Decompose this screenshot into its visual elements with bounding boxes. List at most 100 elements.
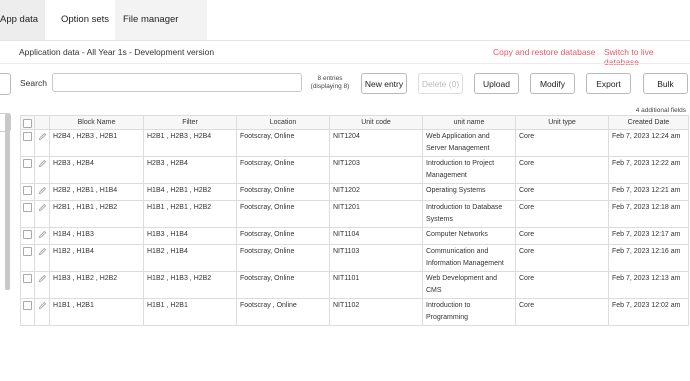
column-header-block-name[interactable]: Block Name (49, 115, 144, 130)
cell-unit-name: Web Development and CMS (422, 271, 516, 299)
export-button[interactable]: Export (586, 73, 631, 94)
row-checkbox[interactable] (23, 274, 32, 283)
row-edit-cell[interactable] (34, 183, 50, 201)
tab-app-data[interactable]: App data (0, 0, 45, 40)
entries-count-line1: 8 entries (317, 75, 343, 82)
table-scrollbar[interactable] (5, 113, 10, 290)
cell-created-date: Feb 7, 2023 12:22 am (608, 156, 689, 184)
table-row[interactable]: H2B4 , H2B3 , H2B1 H2B1 , H2B3 , H2B4 Fo… (20, 129, 689, 157)
table-row[interactable]: H1B1 , H2B1 H1B1 , H2B1 Footscray , Onli… (20, 298, 689, 326)
table-row[interactable]: H1B3 , H1B2 , H2B2 H1B2 , H1B3 , H2B2 Fo… (20, 271, 689, 299)
pencil-icon[interactable] (38, 203, 47, 212)
pencil-icon[interactable] (38, 274, 47, 283)
cell-unit-type: Core (515, 227, 609, 245)
row-edit-cell[interactable] (34, 271, 50, 299)
row-edit-cell[interactable] (34, 227, 50, 245)
cell-block-name: H1B3 , H1B2 , H2B2 (49, 271, 144, 299)
column-header-unit-name[interactable]: unit name (422, 115, 516, 130)
select-all-cell[interactable] (20, 115, 35, 130)
tab-file-manager[interactable]: File manager (123, 0, 178, 40)
cell-unit-name: Web Application and Server Management (422, 129, 516, 157)
cell-filter: H1B1 , H2B1 (143, 298, 237, 326)
row-select-cell[interactable] (20, 129, 35, 157)
cell-created-date: Feb 7, 2023 12:18 am (608, 200, 689, 228)
row-select-cell[interactable] (20, 200, 35, 228)
cell-unit-type: Core (515, 183, 609, 201)
table-row[interactable]: H2B3 , H2B4 H2B3 , H2B4 Footscray, Onlin… (20, 156, 689, 184)
row-checkbox[interactable] (23, 186, 32, 195)
cell-unit-code: NIT1101 (329, 271, 423, 299)
row-edit-cell[interactable] (34, 156, 50, 184)
new-entry-button[interactable]: New entry (361, 73, 407, 94)
column-header-filter[interactable]: Filter (143, 115, 237, 130)
bulk-button[interactable]: Bulk (643, 73, 688, 94)
table-row[interactable]: H2B1 , H1B1 , H2B2 H1B1 , H2B1 , H2B2 Fo… (20, 200, 689, 228)
cell-unit-type: Core (515, 271, 609, 299)
cell-filter: H2B1 , H2B3 , H2B4 (143, 129, 237, 157)
pencil-icon[interactable] (38, 159, 47, 168)
pencil-icon[interactable] (38, 186, 47, 195)
table-row[interactable]: H2B2 , H2B1 , H1B4 H1B4 , H2B1 , H2B2 Fo… (20, 183, 689, 201)
row-checkbox[interactable] (23, 132, 32, 141)
cell-created-date: Feb 7, 2023 12:02 am (608, 298, 689, 326)
sidebar-toggle-button[interactable] (0, 73, 11, 95)
row-edit-cell[interactable] (34, 129, 50, 157)
row-select-cell[interactable] (20, 156, 35, 184)
additional-fields-note[interactable]: 4 additional fields (636, 107, 686, 114)
table-row[interactable]: H1B2 , H1B4 H1B2 , H1B4 Footscray, Onlin… (20, 244, 689, 272)
row-edit-cell[interactable] (34, 200, 50, 228)
cell-created-date: Feb 7, 2023 12:17 am (608, 227, 689, 245)
table-row[interactable]: H1B4 , H1B3 H1B3 , H1B4 Footscray, Onlin… (20, 227, 689, 245)
cell-block-name: H2B2 , H2B1 , H1B4 (49, 183, 144, 201)
cell-filter: H1B2 , H1B4 (143, 244, 237, 272)
row-checkbox[interactable] (23, 203, 32, 212)
cell-unit-type: Core (515, 298, 609, 326)
cell-unit-name: Introduction to Database Systems (422, 200, 516, 228)
row-checkbox[interactable] (23, 230, 32, 239)
table-scrollbar-thumb[interactable] (5, 113, 10, 290)
switch-live-database-link[interactable]: Switch to live database (604, 47, 690, 67)
column-header-unit-type[interactable]: Unit type (515, 115, 609, 130)
row-edit-cell[interactable] (34, 244, 50, 272)
pencil-icon[interactable] (38, 230, 47, 239)
entries-count: 8 entries (displaying 8) (310, 75, 350, 91)
row-edit-cell[interactable] (34, 298, 50, 326)
cell-block-name: H2B1 , H1B1 , H2B2 (49, 200, 144, 228)
pencil-icon[interactable] (38, 132, 47, 141)
upload-button[interactable]: Upload (474, 73, 519, 94)
cell-filter: H1B2 , H1B3 , H2B2 (143, 271, 237, 299)
row-checkbox[interactable] (23, 247, 32, 256)
pencil-icon[interactable] (38, 301, 47, 310)
modify-button[interactable]: Modify (530, 73, 575, 94)
cell-location: Footscray, Online (236, 227, 330, 245)
row-select-cell[interactable] (20, 271, 35, 299)
row-checkbox[interactable] (23, 159, 32, 168)
row-select-cell[interactable] (20, 183, 35, 201)
select-all-checkbox[interactable] (23, 119, 32, 128)
row-select-cell[interactable] (20, 244, 35, 272)
column-header-created-date[interactable]: Created Date (608, 115, 689, 130)
row-select-cell[interactable] (20, 227, 35, 245)
column-header-unit-code[interactable]: Unit code (329, 115, 423, 130)
cell-unit-code: NIT1103 (329, 244, 423, 272)
search-input[interactable] (52, 73, 302, 92)
copy-restore-database-link[interactable]: Copy and restore database (493, 47, 596, 57)
delete-button[interactable]: Delete (0) (418, 73, 463, 94)
tab-option-sets[interactable]: Option sets (61, 0, 109, 40)
column-header-location[interactable]: Location (236, 115, 330, 130)
pencil-icon[interactable] (38, 247, 47, 256)
cell-block-name: H1B2 , H1B4 (49, 244, 144, 272)
cell-unit-code: NIT1102 (329, 298, 423, 326)
cell-created-date: Feb 7, 2023 12:24 am (608, 129, 689, 157)
row-checkbox[interactable] (23, 301, 32, 310)
cell-unit-name: Introduction to Project Management (422, 156, 516, 184)
cell-location: Footscray, Online (236, 244, 330, 272)
cell-unit-code: NIT1201 (329, 200, 423, 228)
row-select-cell[interactable] (20, 298, 35, 326)
cell-unit-code: NIT1104 (329, 227, 423, 245)
cell-location: Footscray , Online (236, 298, 330, 326)
cell-unit-name: Introduction to Programming (422, 298, 516, 326)
cell-location: Footscray, Online (236, 129, 330, 157)
cell-filter: H1B3 , H1B4 (143, 227, 237, 245)
data-table: Block Name Filter Location Unit code uni… (20, 115, 689, 326)
